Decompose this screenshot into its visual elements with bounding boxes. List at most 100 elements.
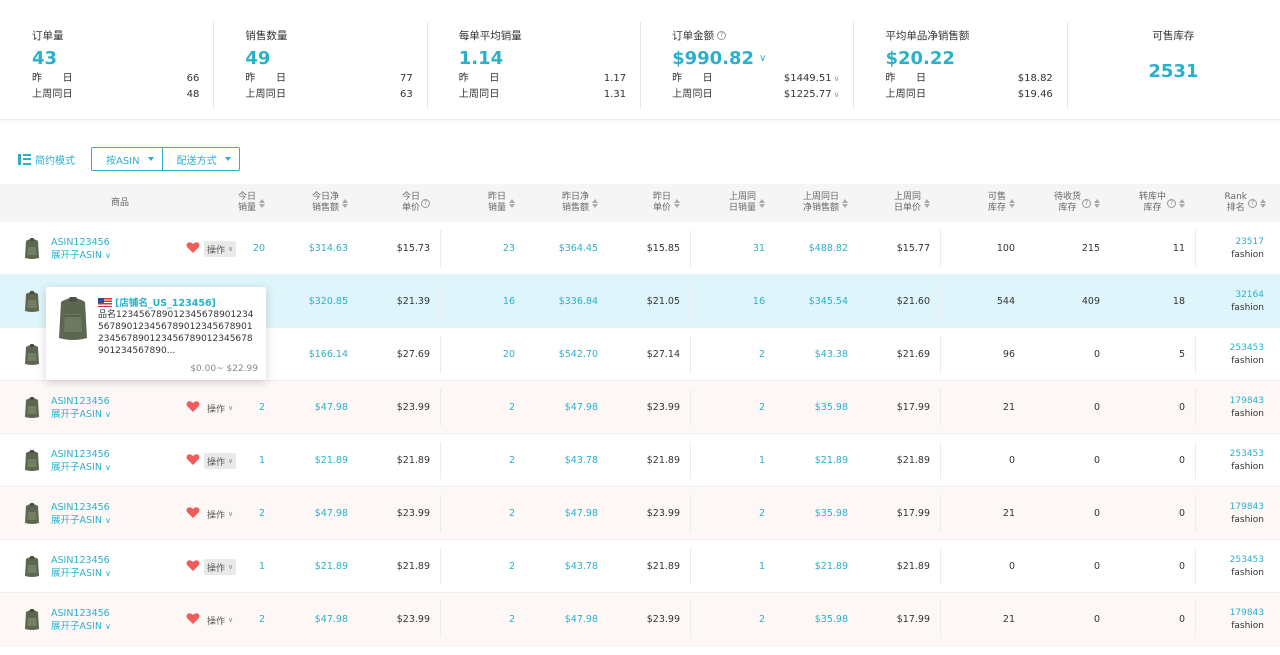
help-icon[interactable]: ? — [421, 198, 430, 208]
filter-button-group: 按ASIN 配送方式 — [91, 147, 240, 171]
rank-number[interactable]: 32164 — [1231, 289, 1264, 302]
backpack-icon[interactable] — [22, 395, 42, 419]
header-label: 上周同 日销量 — [729, 192, 756, 214]
sort-icon[interactable] — [924, 198, 930, 208]
tooltip-price-range: $0.00~ $22.99 — [190, 364, 258, 374]
simple-mode-toggle[interactable]: 简约模式 — [18, 152, 75, 167]
by-asin-dropdown[interactable]: 按ASIN — [92, 148, 162, 170]
sort-icon[interactable] — [509, 198, 515, 208]
header-available-stock[interactable]: 可售 库存 — [951, 184, 1015, 222]
table-row[interactable]: ASIN123456 展开子ASIN ∨ 操作 ∨ 2 $47.98 $23.99 2 $47.… — [0, 487, 1280, 540]
stat-value[interactable]: $990.82 ∨ — [672, 46, 845, 70]
table-row[interactable]: ASIN123456 展开子ASIN ∨ 操作 ∨ 2 $47.98 $23.99 2 $47.… — [0, 381, 1280, 434]
asin-link[interactable]: ASIN123456 — [51, 448, 111, 461]
asin-link[interactable]: ASIN123456 — [51, 236, 111, 249]
stat-row-value[interactable]: $1449.51 ∨ — [784, 72, 840, 86]
table-row[interactable]: ASIN123456 展开子ASIN ∨ 操作 ∨ 1 $21.89 $21.89 2 $43.… — [0, 434, 1280, 487]
header-label-line: 转库中 — [1138, 192, 1166, 202]
table-row[interactable]: ASIN123456 展开子ASIN ∨ 操作 ∨ 2 $47.98 $23.99 2 $47.… — [0, 593, 1280, 646]
help-icon[interactable]: ? — [1167, 198, 1176, 208]
tooltip-product-name: 品名12345678901234567890123456789012345678… — [98, 310, 254, 356]
expand-child-asin[interactable]: 展开子ASIN ∨ — [51, 620, 111, 633]
shipping-method-dropdown[interactable]: 配送方式 — [161, 148, 239, 170]
asin-cell: ASIN123456展开子ASIN ∨ — [51, 236, 111, 262]
tooltip-store[interactable]: [店铺名_US_123456] — [98, 295, 216, 309]
asin-link[interactable]: ASIN123456 — [51, 554, 111, 567]
rank-number[interactable]: 253453 — [1230, 342, 1264, 355]
cell-transfer-stock: 0 — [1178, 455, 1185, 466]
asin-link[interactable]: ASIN123456 — [51, 607, 111, 620]
rank-number[interactable]: 23517 — [1231, 236, 1264, 249]
table-row[interactable]: ASIN123456 展开子ASIN ∨ 操作 ∨ 20 $314.63 $15.73 23 $… — [0, 222, 1280, 275]
rank-category: fashion — [1231, 356, 1264, 366]
expand-child-asin[interactable]: 展开子ASIN ∨ — [51, 249, 111, 262]
stat-label: 可售库存 — [1152, 30, 1195, 42]
rank-number[interactable]: 253453 — [1230, 448, 1264, 461]
sort-icon[interactable] — [1260, 198, 1266, 208]
header-label: 今日 销量 — [238, 192, 256, 214]
chevron-down-icon[interactable]: ∨ — [834, 90, 840, 99]
rank-number[interactable]: 179843 — [1230, 395, 1264, 408]
column-divider — [1195, 442, 1196, 479]
expand-child-asin[interactable]: 展开子ASIN ∨ — [51, 567, 111, 580]
stat-available-stock: 可售库存 2531 — [1066, 0, 1280, 119]
header-yesterday-qty[interactable]: 昨日 销量 — [461, 184, 515, 222]
header-last-week-net-sales[interactable]: 上周同日 净销售额 — [764, 184, 848, 222]
cell-transfer-stock: 18 — [1172, 296, 1185, 307]
sort-icon[interactable] — [842, 198, 848, 208]
header-inbound-stock[interactable]: 待收货 库存? — [1026, 184, 1100, 222]
table-row[interactable]: ASIN123456 展开子ASIN ∨ 操作 ∨ 1 $21.89 $21.89 2 $43.… — [0, 540, 1280, 593]
header-today-qty[interactable]: 今日 销量 — [211, 184, 265, 222]
expand-child-asin[interactable]: 展开子ASIN ∨ — [51, 408, 111, 421]
help-icon[interactable]: ? — [1248, 198, 1257, 208]
stat-row-value: 66 — [186, 73, 200, 84]
expand-child-asin[interactable]: 展开子ASIN ∨ — [51, 514, 111, 527]
header-label-line: 销量 — [487, 203, 506, 213]
header-label: 昨日净 销售额 — [562, 192, 589, 214]
help-icon[interactable]: ? — [1082, 198, 1091, 208]
header-label: 商品 — [110, 197, 129, 208]
stat-value: 49 — [245, 47, 271, 69]
sort-icon[interactable] — [259, 198, 265, 208]
asin-link[interactable]: ASIN123456 — [51, 501, 111, 514]
header-transfer-stock[interactable]: 转库中 库存? — [1111, 184, 1185, 222]
header-last-week-price[interactable]: 上周同 日单价 — [866, 184, 930, 222]
us-flag-icon — [98, 297, 112, 307]
backpack-icon[interactable] — [22, 501, 42, 525]
stat-row-value-text: $1449.51 — [783, 73, 832, 84]
sort-icon[interactable] — [674, 198, 680, 208]
stat-row-value: 48 — [186, 89, 200, 100]
sort-icon[interactable] — [1009, 198, 1015, 208]
header-yesterday-price[interactable]: 昨日 单价 — [616, 184, 680, 222]
cell-transfer-stock: 5 — [1178, 349, 1185, 360]
asin-link[interactable]: ASIN123456 — [51, 395, 111, 408]
header-today-net-sales[interactable]: 今日净 销售额 — [274, 184, 348, 222]
header-yesterday-net-sales[interactable]: 昨日净 销售额 — [524, 184, 598, 222]
expand-child-asin[interactable]: 展开子ASIN ∨ — [51, 461, 111, 474]
sort-icon[interactable] — [1179, 198, 1185, 208]
rank-number[interactable]: 179843 — [1230, 501, 1264, 514]
stat-row-value: 1.17 — [603, 73, 627, 84]
stat-value: $20.22 — [885, 47, 955, 69]
backpack-icon[interactable] — [22, 607, 42, 631]
chevron-down-icon[interactable]: ∨ — [834, 74, 840, 83]
backpack-icon[interactable] — [22, 236, 42, 260]
backpack-icon[interactable] — [22, 289, 42, 313]
header-label-line: 待收货 — [1053, 192, 1081, 202]
sort-icon[interactable] — [592, 198, 598, 208]
sort-icon[interactable] — [1094, 198, 1100, 208]
stat-label: 平均单品净销售额 — [885, 30, 970, 42]
rank-number[interactable]: 179843 — [1230, 607, 1264, 620]
backpack-icon[interactable] — [22, 554, 42, 578]
backpack-icon[interactable] — [22, 448, 42, 472]
header-last-week-qty[interactable]: 上周同 日销量 — [701, 184, 765, 222]
header-today-price[interactable]: 今日 单价? — [366, 184, 430, 222]
sort-icon[interactable] — [342, 198, 348, 208]
stat-row-value[interactable]: $1225.77 ∨ — [784, 88, 840, 102]
help-icon[interactable]: ? — [717, 31, 727, 40]
header-label: 转库中 库存 — [1139, 192, 1166, 214]
backpack-icon[interactable] — [22, 342, 42, 366]
header-rank[interactable]: Rank 排名? — [1210, 184, 1266, 222]
chevron-down-icon[interactable]: ∨ — [759, 53, 766, 64]
rank-number[interactable]: 253453 — [1230, 554, 1264, 567]
